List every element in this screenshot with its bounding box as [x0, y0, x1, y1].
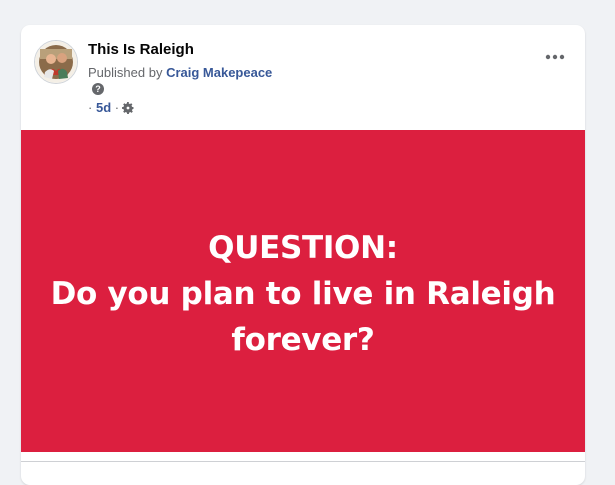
- post-card: This Is Raleigh Published by Craig Makep…: [21, 25, 585, 485]
- gear-icon[interactable]: [121, 101, 135, 115]
- page-name-link[interactable]: This Is Raleigh: [88, 41, 194, 58]
- question-line-1: QUESTION:: [208, 230, 398, 266]
- post-meta: · 5d ·: [88, 100, 135, 115]
- question-line-2: Do you plan to live in Raleigh: [50, 276, 556, 312]
- question-banner[interactable]: QUESTION: Do you plan to live in Raleigh…: [21, 130, 585, 452]
- help-icon[interactable]: ?: [92, 83, 104, 95]
- published-by-line: Published by Craig Makepeace: [88, 65, 272, 80]
- published-by-label: Published by: [88, 65, 167, 80]
- more-options-button[interactable]: [541, 47, 569, 67]
- divider: [21, 461, 585, 462]
- post-header: This Is Raleigh Published by Craig Makep…: [21, 25, 585, 130]
- meta-separator: ·: [114, 100, 120, 115]
- avatar-image: [35, 41, 77, 83]
- page-avatar[interactable]: [34, 40, 78, 84]
- ellipsis-icon: [545, 54, 565, 60]
- post-timestamp[interactable]: 5d: [96, 100, 111, 115]
- question-line-3: forever?: [231, 322, 375, 358]
- author-link[interactable]: Craig Makepeace: [166, 65, 272, 80]
